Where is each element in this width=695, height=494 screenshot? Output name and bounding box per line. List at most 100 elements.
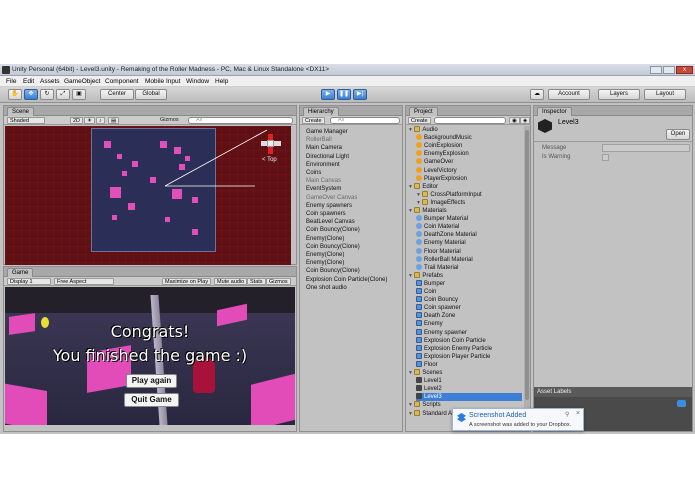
- tab-game[interactable]: Game: [7, 268, 34, 277]
- rotate-tool-icon[interactable]: ↻: [40, 89, 54, 100]
- shading-dropdown[interactable]: Shaded: [7, 117, 45, 124]
- menu-component[interactable]: Component: [105, 78, 139, 85]
- project-asset[interactable]: Enemy: [416, 320, 522, 328]
- project-asset[interactable]: Bumper Material: [416, 215, 522, 223]
- hierarchy-search-input[interactable]: All: [330, 117, 400, 124]
- play-again-button[interactable]: Play again: [126, 374, 177, 388]
- hierarchy-item[interactable]: BeatLevel Canvas: [306, 218, 355, 226]
- hierarchy-item[interactable]: Enemy(Clone): [306, 235, 344, 243]
- hierarchy-item[interactable]: Coin spawners: [306, 210, 346, 218]
- pivot-toggle[interactable]: Center: [100, 89, 134, 100]
- hierarchy-item[interactable]: Enemy(Clone): [306, 251, 344, 259]
- account-dropdown[interactable]: Account: [548, 89, 590, 100]
- lighting-icon[interactable]: ☀: [84, 117, 95, 124]
- project-asset[interactable]: Level3: [416, 393, 522, 402]
- tab-hierarchy[interactable]: Hierarchy: [303, 107, 339, 116]
- open-button[interactable]: Open: [666, 129, 690, 140]
- project-asset[interactable]: Coin Bouncy: [416, 296, 522, 304]
- project-asset[interactable]: Coin Material: [416, 223, 522, 231]
- play-button-icon[interactable]: ▶: [321, 89, 335, 100]
- project-folder[interactable]: ▼ Materials: [408, 207, 522, 215]
- stats-toggle[interactable]: Stats: [247, 278, 266, 285]
- pause-button-icon[interactable]: ❚❚: [337, 89, 351, 100]
- hierarchy-item[interactable]: Coin Bouncy(Clone): [306, 267, 360, 275]
- menu-gameobject[interactable]: GameObject: [64, 78, 101, 85]
- project-asset[interactable]: Floor: [416, 360, 522, 369]
- mute-audio-toggle[interactable]: Mute audio: [214, 278, 248, 285]
- project-asset[interactable]: Enemy Material: [416, 239, 522, 247]
- filter-label-icon[interactable]: ◈: [520, 117, 531, 124]
- project-asset[interactable]: Floor Material: [416, 247, 522, 256]
- asset-bundle-icon[interactable]: [677, 400, 686, 407]
- minimize-button[interactable]: [650, 66, 662, 74]
- project-asset[interactable]: DeathZone Material: [416, 231, 522, 239]
- project-asset[interactable]: LevelVictory: [416, 166, 522, 175]
- tab-scene[interactable]: Scene: [7, 107, 35, 116]
- tab-inspector[interactable]: Inspector: [537, 107, 572, 116]
- hierarchy-item[interactable]: Explosion Coin Particle(Clone): [306, 276, 387, 284]
- project-asset[interactable]: Trail Material: [416, 263, 522, 272]
- project-folder[interactable]: ▼ Prefabs: [408, 271, 522, 280]
- hierarchy-item[interactable]: Directional Light: [306, 153, 349, 161]
- project-asset[interactable]: Level2: [416, 385, 522, 393]
- project-asset[interactable]: Explosion Player Particle: [416, 352, 522, 361]
- project-asset[interactable]: RollerBall Material: [416, 255, 522, 264]
- scene-gizmos-dropdown[interactable]: Gizmos: [160, 117, 179, 124]
- hierarchy-item[interactable]: GameOver Canvas: [306, 194, 357, 202]
- menu-assets[interactable]: Assets: [40, 78, 60, 85]
- maximize-on-play-toggle[interactable]: Maximize on Play: [162, 278, 212, 285]
- project-asset[interactable]: Coin spawner: [416, 304, 522, 312]
- project-asset[interactable]: EnemyExplosion: [416, 150, 522, 158]
- scene-viewport[interactable]: < Top: [5, 126, 291, 265]
- quit-game-button[interactable]: Quit Game: [124, 393, 179, 407]
- hierarchy-item[interactable]: Coin Bouncy(Clone): [306, 243, 360, 251]
- hierarchy-item[interactable]: RollerBall: [306, 136, 332, 144]
- hierarchy-item[interactable]: Enemy(Clone): [306, 259, 344, 267]
- notification-close-icon[interactable]: ×: [576, 410, 580, 417]
- hand-tool-icon[interactable]: ✋: [8, 89, 22, 100]
- filter-type-icon[interactable]: ◉: [509, 117, 520, 124]
- project-folder[interactable]: ▼ Editor: [408, 182, 522, 191]
- aspect-dropdown[interactable]: Free Aspect: [54, 278, 114, 285]
- move-tool-icon[interactable]: ✥: [24, 89, 38, 100]
- hierarchy-item[interactable]: Enemy spawners: [306, 202, 352, 210]
- is-warning-checkbox[interactable]: [602, 154, 609, 161]
- scale-tool-icon[interactable]: ⤢: [56, 89, 70, 100]
- project-scroll-thumb[interactable]: [525, 130, 529, 400]
- project-asset[interactable]: Explosion Enemy Particle: [416, 344, 522, 353]
- layers-dropdown[interactable]: Layers: [598, 89, 640, 100]
- project-asset[interactable]: GameOver: [416, 158, 522, 166]
- layout-dropdown[interactable]: Layout: [644, 89, 686, 100]
- hierarchy-item[interactable]: Coins: [306, 169, 321, 177]
- game-viewport[interactable]: Congrats! You finished the game :) Play …: [5, 287, 295, 425]
- project-asset[interactable]: Bumper: [416, 279, 522, 288]
- project-search-input[interactable]: [434, 117, 506, 124]
- message-field[interactable]: [602, 144, 690, 152]
- hierarchy-create-dropdown[interactable]: Create: [302, 117, 325, 124]
- project-asset[interactable]: Coin: [416, 288, 522, 296]
- close-button[interactable]: x: [676, 66, 693, 74]
- project-asset[interactable]: Explosion Coin Particle: [416, 336, 522, 345]
- step-button-icon[interactable]: ▶|: [353, 89, 367, 100]
- project-asset[interactable]: Enemy spawner: [416, 328, 522, 337]
- hierarchy-item[interactable]: Coin Bouncy(Clone): [306, 226, 360, 234]
- menu-window[interactable]: Window: [186, 78, 209, 85]
- hierarchy-item[interactable]: Main Canvas: [306, 177, 341, 185]
- hierarchy-item[interactable]: Main Camera: [306, 144, 342, 152]
- screenshot-notification[interactable]: Screenshot Added A screenshot was added …: [452, 408, 584, 431]
- menu-file[interactable]: File: [6, 78, 16, 85]
- tab-project[interactable]: Project: [409, 107, 438, 116]
- game-gizmos-dropdown[interactable]: Gizmos: [266, 278, 291, 285]
- mode-2d-toggle[interactable]: 2D: [70, 117, 84, 124]
- hierarchy-item[interactable]: Environment: [306, 161, 340, 169]
- menu-help[interactable]: Help: [215, 78, 228, 85]
- hierarchy-item[interactable]: EventSystem: [306, 185, 341, 193]
- project-asset[interactable]: Level1: [416, 377, 522, 385]
- rect-tool-icon[interactable]: ▣: [72, 89, 86, 100]
- project-asset[interactable]: PlayerExplosion: [416, 174, 522, 183]
- menu-edit[interactable]: Edit: [23, 78, 34, 85]
- project-folder[interactable]: ▼ ImageEffects: [416, 198, 522, 207]
- cloud-icon[interactable]: ☁: [530, 89, 544, 100]
- scene-orientation-gizmo-icon[interactable]: [261, 134, 281, 154]
- project-create-dropdown[interactable]: Create: [408, 117, 431, 124]
